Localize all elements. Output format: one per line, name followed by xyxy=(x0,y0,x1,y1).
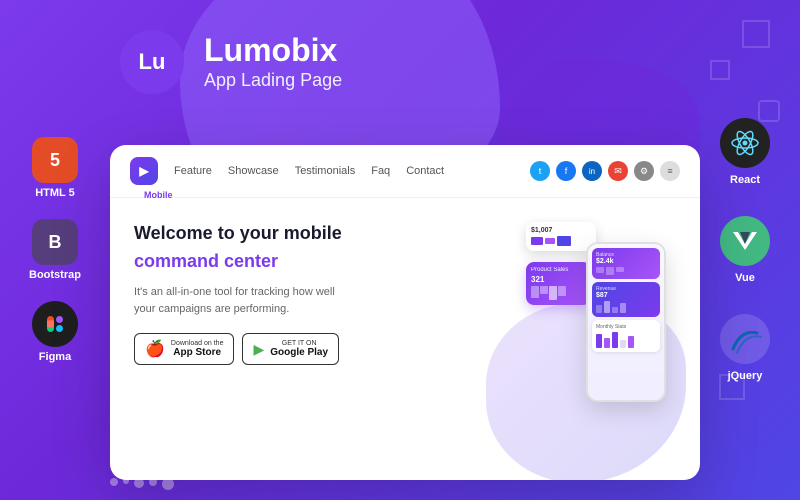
html5-badge: 5 xyxy=(32,137,78,183)
mobile-label: Mobile xyxy=(110,190,700,202)
twitter-icon[interactable]: t xyxy=(530,161,550,181)
store-buttons: 🍎 Download on the App Store ▶ GET IT ON … xyxy=(134,333,456,365)
card-logo: ▶ xyxy=(130,157,158,185)
play-icon: ▶ xyxy=(253,341,264,358)
tech-icon-html5: 5 HTML 5 xyxy=(10,137,100,199)
vue-label: Vue xyxy=(735,272,755,284)
app-logo: Lu xyxy=(120,30,184,94)
menu-icon[interactable]: ≡ xyxy=(660,161,680,181)
card-content: Welcome to your mobile command center It… xyxy=(110,202,700,480)
dot-1 xyxy=(110,478,118,486)
phone-card-3: Monthly Stats xyxy=(592,320,660,352)
card-welcome-line2: command center xyxy=(134,251,456,272)
nav-link-showcase[interactable]: Showcase xyxy=(228,165,279,177)
header-text: Lumobix App Lading Page xyxy=(204,33,342,91)
tech-icon-vue: Vue xyxy=(720,216,770,284)
tech-icon-figma: Figma xyxy=(10,301,100,363)
phone-card-1: Balance $2.4k xyxy=(592,248,660,279)
tech-icon-react: React xyxy=(720,118,770,186)
tech-icon-bootstrap: B Bootstrap xyxy=(10,219,100,281)
app-store-large-text: App Store xyxy=(171,347,224,358)
bootstrap-badge-text: B xyxy=(49,232,62,253)
facebook-icon[interactable]: f xyxy=(556,161,576,181)
gear-icon[interactable]: ⚙ xyxy=(634,161,654,181)
float-card-1: $1,007 xyxy=(526,222,596,251)
nav-link-feature[interactable]: Feature xyxy=(174,165,212,177)
figma-badge xyxy=(32,301,78,347)
nav-link-contact[interactable]: Contact xyxy=(406,165,444,177)
google-play-text: GET IT ON Google Play xyxy=(270,340,328,358)
card-nav-icons: t f in ✉ ⚙ ≡ xyxy=(530,161,680,181)
nav-link-faq[interactable]: Faq xyxy=(371,165,390,177)
jquery-label: jQuery xyxy=(728,370,763,382)
tech-icon-jquery: jQuery xyxy=(720,314,770,382)
bootstrap-badge: B xyxy=(32,219,78,265)
card-nav-links: Feature Showcase Testimonials Faq Contac… xyxy=(174,165,520,177)
app-store-text: Download on the App Store xyxy=(171,340,224,358)
linkedin-icon[interactable]: in xyxy=(582,161,602,181)
card-logo-icon: ▶ xyxy=(139,164,148,178)
apple-icon: 🍎 xyxy=(145,339,165,359)
figma-label: Figma xyxy=(39,351,71,363)
phone-frame: Balance $2.4k Revenue $87 xyxy=(586,242,666,402)
app-store-button[interactable]: 🍎 Download on the App Store xyxy=(134,333,234,365)
phone-mockup-area: $1,007 Product Sales 321 xyxy=(476,222,676,463)
google-play-button[interactable]: ▶ GET IT ON Google Play xyxy=(242,333,339,365)
card-welcome-line1: Welcome to your mobile xyxy=(134,222,456,245)
html5-label: HTML 5 xyxy=(35,187,75,199)
app-title: Lumobix xyxy=(204,33,342,68)
phone-card-2: Revenue $87 xyxy=(592,282,660,317)
app-store-small-text: Download on the xyxy=(171,340,224,347)
bootstrap-label: Bootstrap xyxy=(29,269,81,281)
float-card-2: Product Sales 321 xyxy=(526,262,591,305)
google-play-small-text: GET IT ON xyxy=(270,340,328,347)
card-left-content: Welcome to your mobile command center It… xyxy=(134,222,456,365)
vue-badge xyxy=(720,216,770,266)
phone-screen: Balance $2.4k Revenue $87 xyxy=(588,244,664,400)
tech-icons-left: 5 HTML 5 B Bootstrap Figma xyxy=(10,0,100,500)
nav-link-testimonials[interactable]: Testimonials xyxy=(295,165,356,177)
jquery-badge xyxy=(720,314,770,364)
main-card: ▶ Feature Showcase Testimonials Faq Cont… xyxy=(110,145,700,480)
google-play-large-text: Google Play xyxy=(270,347,328,358)
react-badge xyxy=(720,118,770,168)
card-description: It's an all-in-one tool for tracking how… xyxy=(134,284,354,317)
app-subtitle: App Lading Page xyxy=(204,70,342,91)
email-icon[interactable]: ✉ xyxy=(608,161,628,181)
react-label: React xyxy=(730,174,760,186)
html5-badge-text: 5 xyxy=(50,150,60,171)
logo-initials: Lu xyxy=(139,49,166,75)
tech-icons-right: React Vue jQuery xyxy=(700,0,790,500)
header-area: Lu Lumobix App Lading Page xyxy=(120,30,680,94)
